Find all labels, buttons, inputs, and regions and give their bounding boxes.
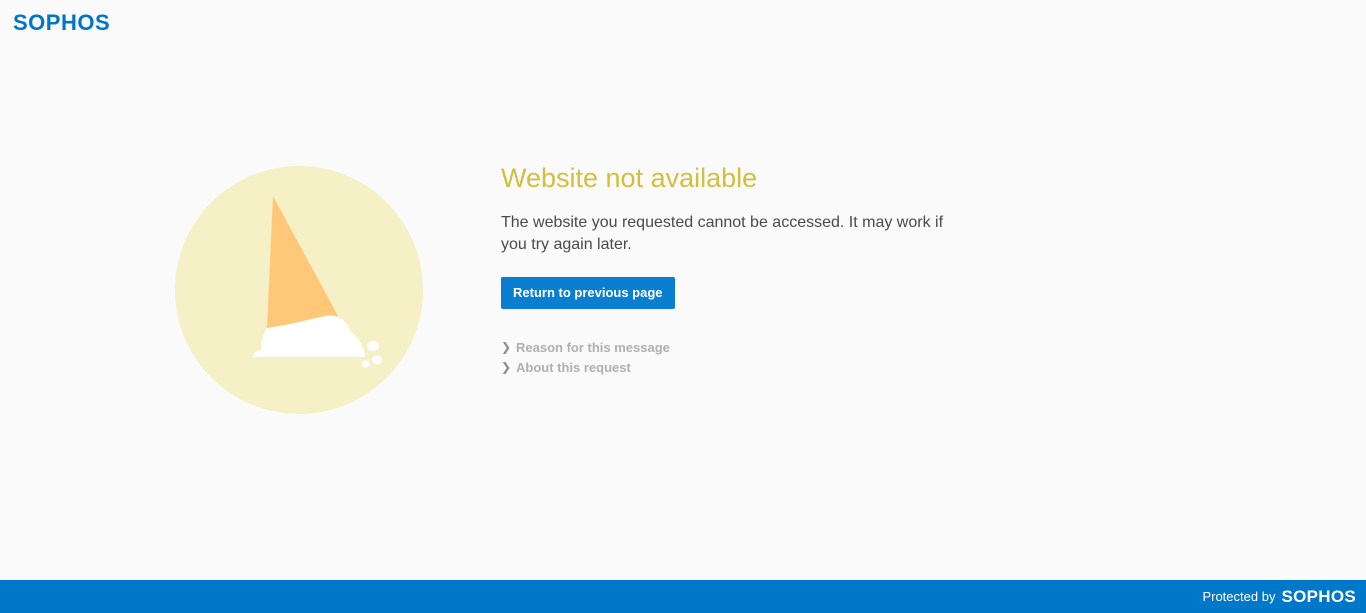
protected-by-text: Protected by — [1202, 589, 1276, 604]
protected-by-badge: Protected by SOPHOS — [1202, 580, 1356, 613]
drip-drop — [362, 360, 370, 368]
about-this-request-link[interactable]: ❯ About this request — [501, 357, 971, 377]
footer-bar: Protected by SOPHOS — [0, 580, 1366, 613]
error-message: The website you requested cannot be acce… — [501, 214, 944, 253]
link-label: Reason for this message — [516, 339, 670, 355]
drip-drop — [372, 355, 382, 365]
chevron-right-icon: ❯ — [501, 360, 512, 374]
sophos-logo: SOPHOS — [13, 10, 111, 35]
footer-sophos-logo: SOPHOS — [1281, 586, 1356, 606]
return-to-previous-page-button[interactable]: Return to previous page — [501, 277, 675, 309]
drip-drop — [367, 341, 379, 351]
link-label: About this request — [516, 359, 631, 375]
chevron-right-icon: ❯ — [501, 340, 512, 354]
melted-ice-cream-cone-illustration — [175, 166, 423, 414]
block-page: SOPHOS Website not available The website… — [0, 0, 1366, 613]
message-panel: Website not available The website you re… — [501, 160, 971, 377]
reason-for-message-link[interactable]: ❯ Reason for this message — [501, 337, 971, 357]
details-links: ❯ Reason for this message ❯ About this r… — [501, 337, 971, 377]
page-title: Website not available — [501, 163, 758, 193]
